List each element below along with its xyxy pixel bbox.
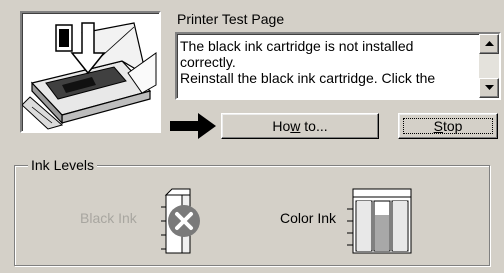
black-ink-label: Black Ink — [80, 210, 137, 226]
message-scrollbar[interactable] — [479, 34, 499, 98]
yellow-ink-level — [393, 201, 407, 251]
color-ink-label: Color Ink — [280, 210, 337, 226]
message-box[interactable]: The black ink cartridge is not installed… — [175, 32, 501, 100]
how-to-label-accel: w — [290, 118, 301, 134]
how-to-button[interactable]: Ho w to... — [221, 113, 379, 139]
arrow-down-icon — [484, 85, 494, 90]
magenta-ink-level — [375, 215, 389, 251]
printer-illustration — [20, 11, 161, 133]
right-arrow-icon — [170, 113, 216, 139]
scroll-up-button[interactable] — [479, 34, 499, 54]
scroll-down-button[interactable] — [479, 78, 499, 98]
window-title: Printer Test Page — [177, 11, 285, 27]
how-to-label-part2: to... — [300, 118, 328, 134]
scroll-track[interactable] — [479, 54, 499, 78]
black-ink-cartridge-icon — [161, 188, 200, 254]
stop-button[interactable]: Stop — [398, 113, 498, 139]
color-ink-chambers — [355, 200, 409, 252]
color-ink-cartridge-icon — [347, 188, 412, 254]
message-text: The black ink cartridge is not installed… — [180, 38, 436, 86]
arrow-up-icon — [484, 41, 494, 46]
error-x-icon — [168, 205, 200, 237]
printer-install-cartridge-icon — [21, 22, 157, 130]
cyan-ink-level — [357, 201, 371, 251]
ink-levels-group-label: Ink Levels — [28, 157, 98, 173]
focus-rectangle — [403, 118, 493, 134]
how-to-label-part1: Ho — [272, 118, 291, 134]
